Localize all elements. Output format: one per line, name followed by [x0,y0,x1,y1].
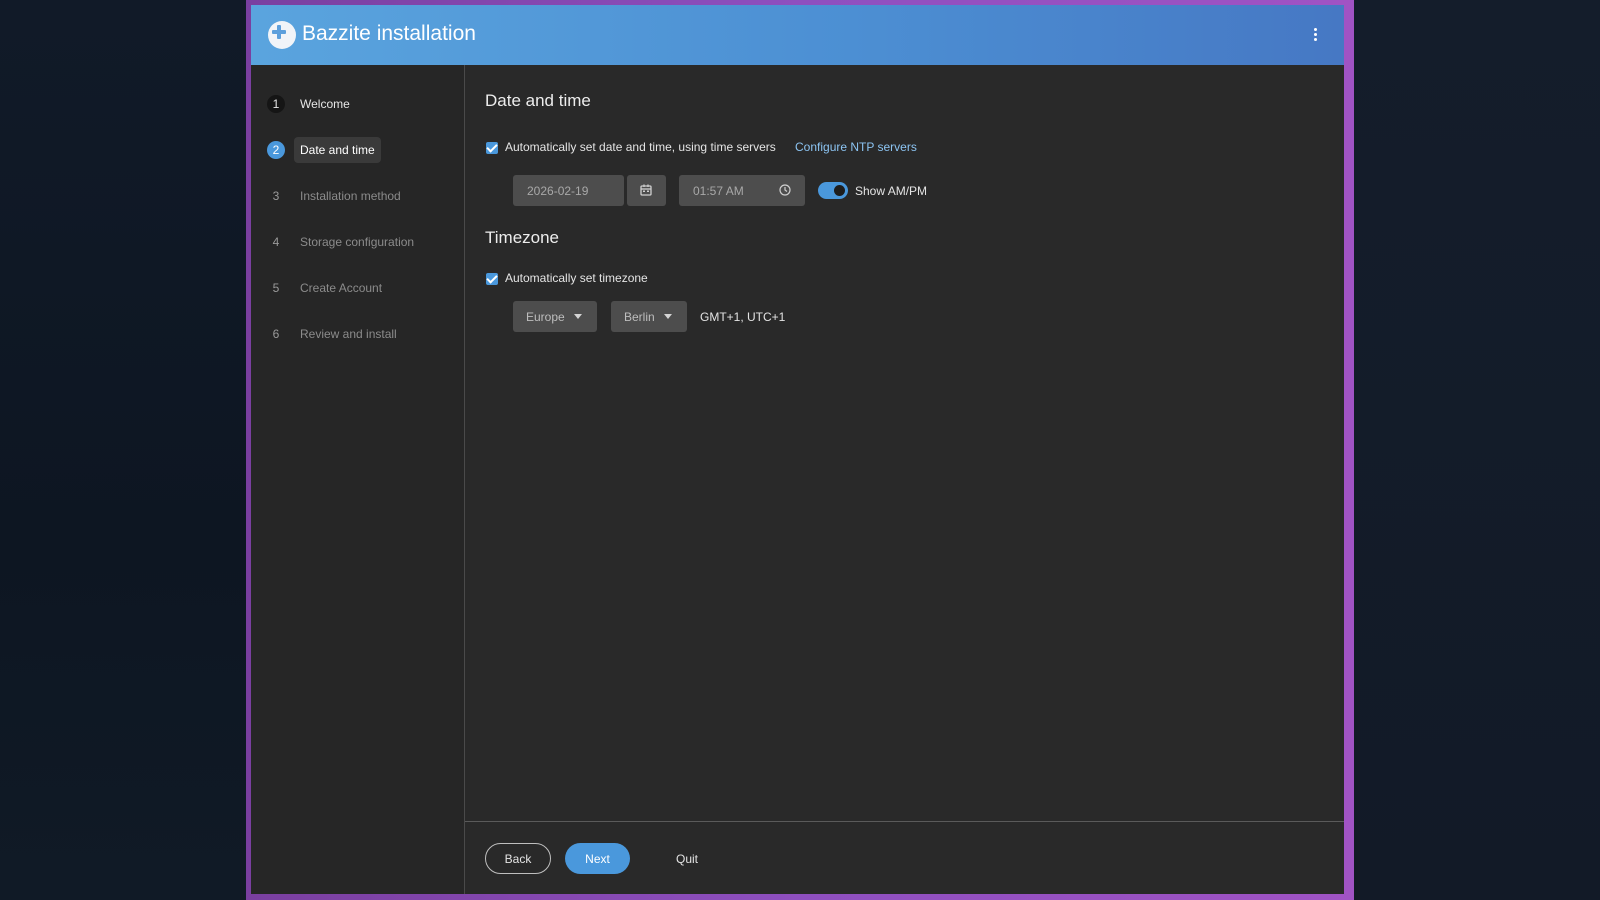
clock-icon[interactable] [779,184,791,196]
step-label: Installation method [300,189,401,203]
timezone-heading: Timezone [485,228,560,247]
region-dropdown[interactable]: Europe [513,301,597,332]
wizard-steps-sidebar: 1 Welcome 2 Date and time 3 Installation… [251,65,465,894]
step-label: Welcome [300,97,350,111]
city-dropdown[interactable]: Berlin [611,301,687,332]
step-number: 2 [267,141,285,159]
auto-datetime-checkbox[interactable] [486,142,498,154]
time-value: 01:57 AM [693,184,744,198]
auto-timezone-checkbox[interactable] [486,273,498,285]
bazzite-logo-icon [268,21,296,49]
quit-button[interactable]: Quit [664,843,710,874]
configure-ntp-link[interactable]: Configure NTP servers [795,140,917,154]
step-installation-method: 3 Installation method [267,180,407,212]
date-time-heading: Date and time [485,91,591,110]
step-welcome[interactable]: 1 Welcome [267,88,356,120]
app-title: Bazzite installation [302,22,476,45]
step-number: 3 [272,189,280,203]
step-number: 1 [267,95,285,113]
step-number: 6 [272,327,280,341]
city-value: Berlin [624,310,655,324]
auto-timezone-label: Automatically set timezone [505,271,648,285]
step-number: 4 [272,235,280,249]
chevron-down-icon [574,314,582,319]
step-label: Create Account [300,281,383,295]
chevron-down-icon [664,314,672,319]
date-value: 2026-02-19 [527,184,589,198]
calendar-button[interactable] [627,175,666,206]
step-label: Review and install [300,327,397,341]
show-ampm-toggle[interactable] [818,182,848,199]
show-ampm-label: Show AM/PM [855,184,928,198]
region-value: Europe [526,310,565,324]
kebab-menu-icon[interactable] [1310,27,1320,43]
auto-datetime-label: Automatically set date and time, using t… [505,140,776,154]
date-field[interactable]: 2026-02-19 [513,175,624,206]
step-label: Storage configuration [300,235,415,249]
time-field[interactable]: 01:57 AM [679,175,805,206]
desktop-background-right [1348,0,1600,900]
step-storage-configuration: 4 Storage configuration [267,226,420,258]
step-create-account: 5 Create Account [267,272,388,304]
step-review-and-install: 6 Review and install [267,318,403,350]
step-number: 5 [272,281,280,295]
next-button[interactable]: Next [565,843,630,874]
installer-window: Bazzite installation 1 Welcome 2 Date an… [251,5,1344,894]
back-button[interactable]: Back [485,843,551,874]
timezone-offset: GMT+1, UTC+1 [700,310,786,324]
app-header: Bazzite installation [251,5,1344,65]
main-content: Date and time Automatically set date and… [465,65,1344,817]
calendar-icon [640,184,652,196]
step-date-and-time[interactable]: 2 Date and time [267,134,381,166]
desktop-background-left [0,0,248,900]
step-label: Date and time [294,137,381,163]
wizard-footer: Back Next Quit [465,821,1344,894]
